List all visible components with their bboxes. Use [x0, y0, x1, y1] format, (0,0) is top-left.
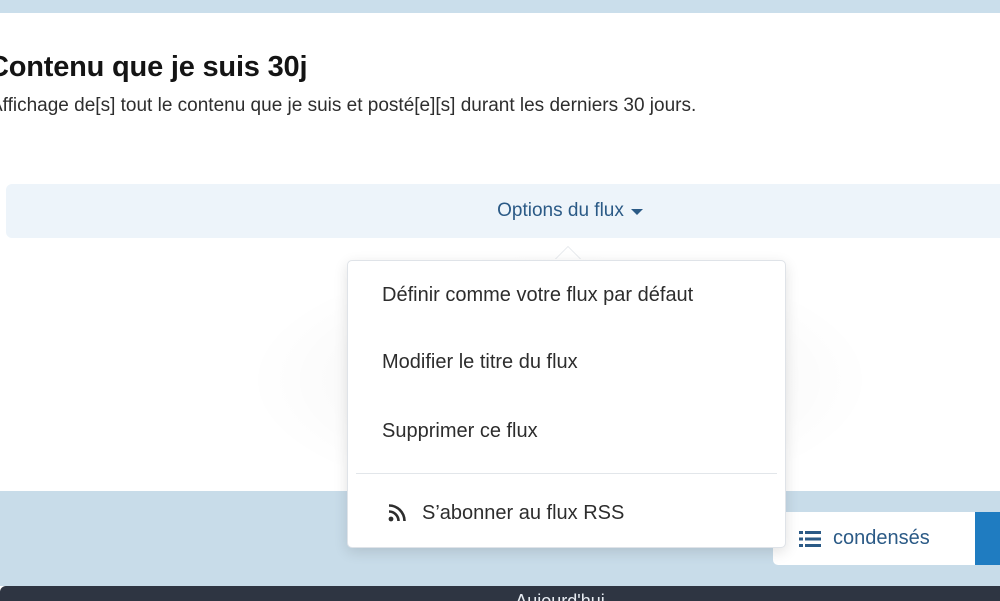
menu-item-delete-feed[interactable]: Supprimer ce flux	[348, 419, 785, 443]
top-band	[0, 0, 1000, 13]
list-icon	[799, 530, 821, 547]
menu-item-rss-subscribe[interactable]: S’abonner au flux RSS	[348, 501, 785, 525]
page-title: Contenu que je suis 30j	[0, 51, 308, 83]
menu-divider	[356, 473, 777, 474]
menu-item-edit-feed-title[interactable]: Modifier le titre du flux	[348, 350, 785, 374]
expanded-view-button[interactable]	[975, 512, 1000, 565]
feed-options-button[interactable]: Options du flux	[497, 200, 643, 222]
feed-options-menu: Définir comme votre flux par défaut Modi…	[347, 260, 786, 548]
feed-options-label: Options du flux	[497, 200, 624, 221]
caret-down-icon	[630, 209, 643, 215]
condensed-view-label: condensés	[833, 527, 930, 549]
feed-options-bar: Options du flux	[6, 184, 1000, 238]
footer-text: Aujourd'hui	[515, 591, 605, 601]
menu-pointer-arrow	[555, 247, 581, 260]
menu-item-set-default-feed[interactable]: Définir comme votre flux par défaut	[348, 283, 785, 307]
rss-icon	[388, 504, 406, 522]
page-description: Affichage de[s] tout le contenu que je s…	[0, 95, 697, 116]
rss-subscribe-label: S’abonner au flux RSS	[422, 502, 625, 524]
